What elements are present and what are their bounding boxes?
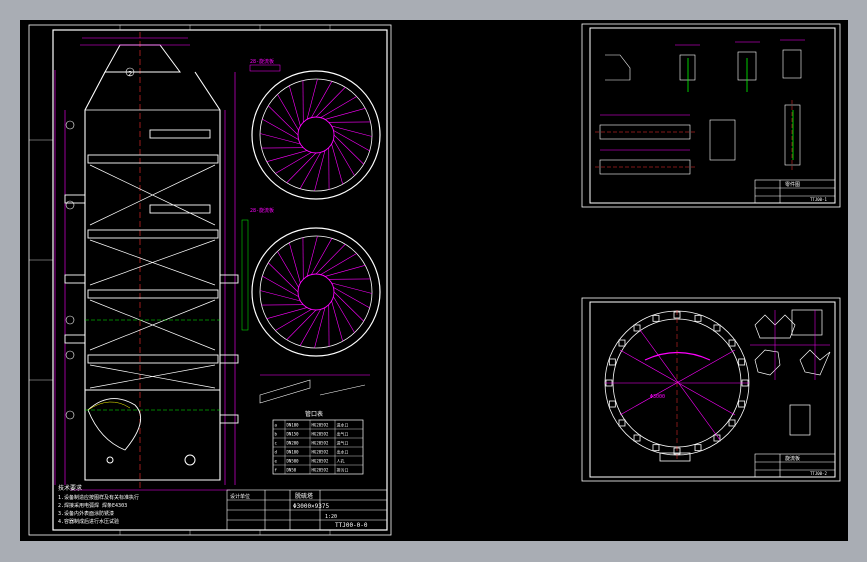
swirl-blade — [306, 78, 318, 120]
table-cell: 进气口 — [337, 440, 349, 446]
table-cell: DN100 — [287, 450, 300, 455]
swirl-blade — [311, 238, 333, 275]
swirl-blade — [289, 85, 301, 127]
title-name: 脱硫塔 — [295, 492, 313, 500]
swirl-blade — [333, 130, 370, 152]
table-cell: d — [275, 450, 278, 455]
table-cell: DN500 — [287, 459, 300, 464]
table-cell: HG20592 — [312, 432, 329, 437]
title-scale: 1:20 — [325, 514, 337, 520]
cad-drawing-canvas[interactable]: 2 28-旋流板 28-旋流板 管口表 a DN100 HG20592 进水口b… — [20, 20, 848, 541]
swirl-blade — [299, 152, 321, 189]
swirl-blade — [331, 125, 373, 137]
detail-sketches — [259, 374, 370, 404]
svg-text:管口表: 管口表 — [305, 410, 323, 418]
swirl-blade — [333, 287, 370, 309]
table-cell: HG20592 — [312, 441, 329, 446]
table-cell: f — [275, 468, 278, 473]
sheet2-title: 零件图 — [785, 181, 800, 188]
swirl-blade — [314, 150, 326, 192]
tower-top-tag: 2 — [128, 70, 132, 78]
ring-notch — [618, 339, 626, 347]
swirl-plate-bottom-view — [241, 219, 381, 357]
sheet3-title: 旋流板 — [785, 455, 800, 462]
swirl-blade — [266, 150, 308, 162]
table-cell: DN200 — [287, 441, 300, 446]
table-cell: 出气口 — [337, 431, 349, 437]
table-cell: HG20592 — [312, 459, 329, 464]
title-spec: Φ3000×9375 — [293, 503, 330, 510]
sheet-2: 零件图 TTJ00-1 — [581, 23, 841, 208]
tower-elevation — [54, 32, 239, 491]
ring-notch — [728, 419, 736, 427]
swirl-blade — [331, 282, 373, 294]
swirl-blade — [262, 275, 299, 297]
ring-notch — [738, 358, 746, 366]
table-cell: e — [275, 459, 278, 464]
svg-text:3.设备内外表面涂防锈漆: 3.设备内外表面涂防锈漆 — [58, 510, 114, 517]
table-cell: 出水口 — [337, 449, 349, 455]
ring-notch — [694, 314, 702, 322]
ring-notch — [633, 324, 641, 332]
ring-notch — [633, 434, 641, 442]
table-cell: b — [275, 432, 278, 437]
sheet3-dim: Φ3000 — [650, 394, 665, 400]
swirl-blade — [324, 108, 366, 120]
svg-text:1.设备制造应按图样及有关标准执行: 1.设备制造应按图样及有关标准执行 — [58, 494, 139, 501]
swirl-plate-top-view — [249, 64, 381, 200]
title-company: 设计单位 — [230, 493, 250, 500]
sheet-1: 2 28-旋流板 28-旋流板 管口表 a DN100 HG20592 进水口b… — [28, 24, 392, 536]
table-cell: DN50 — [287, 468, 297, 473]
swirl-blade — [311, 81, 333, 118]
table-cell: 进水口 — [337, 422, 349, 428]
swirl-blade — [299, 309, 321, 346]
swirl-blade — [259, 133, 301, 145]
table-cell: DN100 — [287, 423, 300, 428]
plate-label-2: 28-旋流板 — [250, 207, 274, 214]
swirl-blade — [266, 307, 308, 319]
ring-notch — [694, 444, 702, 452]
sheet-3: 旋流板 TTJ00-2 Φ3000 — [581, 297, 841, 482]
table-cell: HG20592 — [312, 450, 329, 455]
cad-viewport[interactable]: 2 28-旋流板 28-旋流板 管口表 a DN100 HG20592 进水口 — [20, 20, 848, 541]
ring-notch — [652, 444, 660, 452]
svg-text:2.焊接采用电弧焊 焊条E4303: 2.焊接采用电弧焊 焊条E4303 — [58, 502, 127, 509]
ring-notch — [608, 400, 616, 408]
swirl-blade — [314, 307, 326, 349]
ring-notch — [652, 314, 660, 322]
swirl-blade — [259, 290, 301, 302]
plate-label-1: 28-旋流板 — [250, 58, 274, 65]
table-cell: HG20592 — [312, 468, 329, 473]
table-cell: a — [275, 423, 278, 428]
table-cell: HG20592 — [312, 423, 329, 428]
sheet2-drawing-no: TTJ00-1 — [810, 197, 827, 202]
sheet3-drawing-no: TTJ00-2 — [810, 471, 827, 476]
title-drawing-no: TTJ00-0-0 — [335, 522, 368, 529]
swirl-blade — [331, 300, 343, 342]
ring-notch — [618, 419, 626, 427]
table-cell: c — [275, 441, 278, 446]
svg-text:4.容器制成后进行水压试验: 4.容器制成后进行水压试验 — [58, 518, 119, 525]
table-cell: DN150 — [287, 432, 300, 437]
swirl-blade — [331, 143, 343, 185]
table-cell: 排污口 — [337, 467, 349, 473]
table-cell: 人孔 — [337, 458, 345, 464]
ring-notch — [728, 339, 736, 347]
nozzle-table: 管口表 a DN100 HG20592 进水口 b DN150 HG20592 出气口 c DN2… — [272, 410, 364, 475]
ring-notch — [713, 324, 721, 332]
gear-details — [754, 309, 831, 436]
swirl-blade — [289, 242, 301, 284]
swirl-blade — [306, 235, 318, 277]
swirl-blade — [262, 118, 299, 140]
svg-text:技术要求: 技术要求 — [58, 484, 82, 492]
swirl-blade — [324, 265, 366, 277]
ring-notch — [738, 400, 746, 408]
ring-notch — [608, 358, 616, 366]
